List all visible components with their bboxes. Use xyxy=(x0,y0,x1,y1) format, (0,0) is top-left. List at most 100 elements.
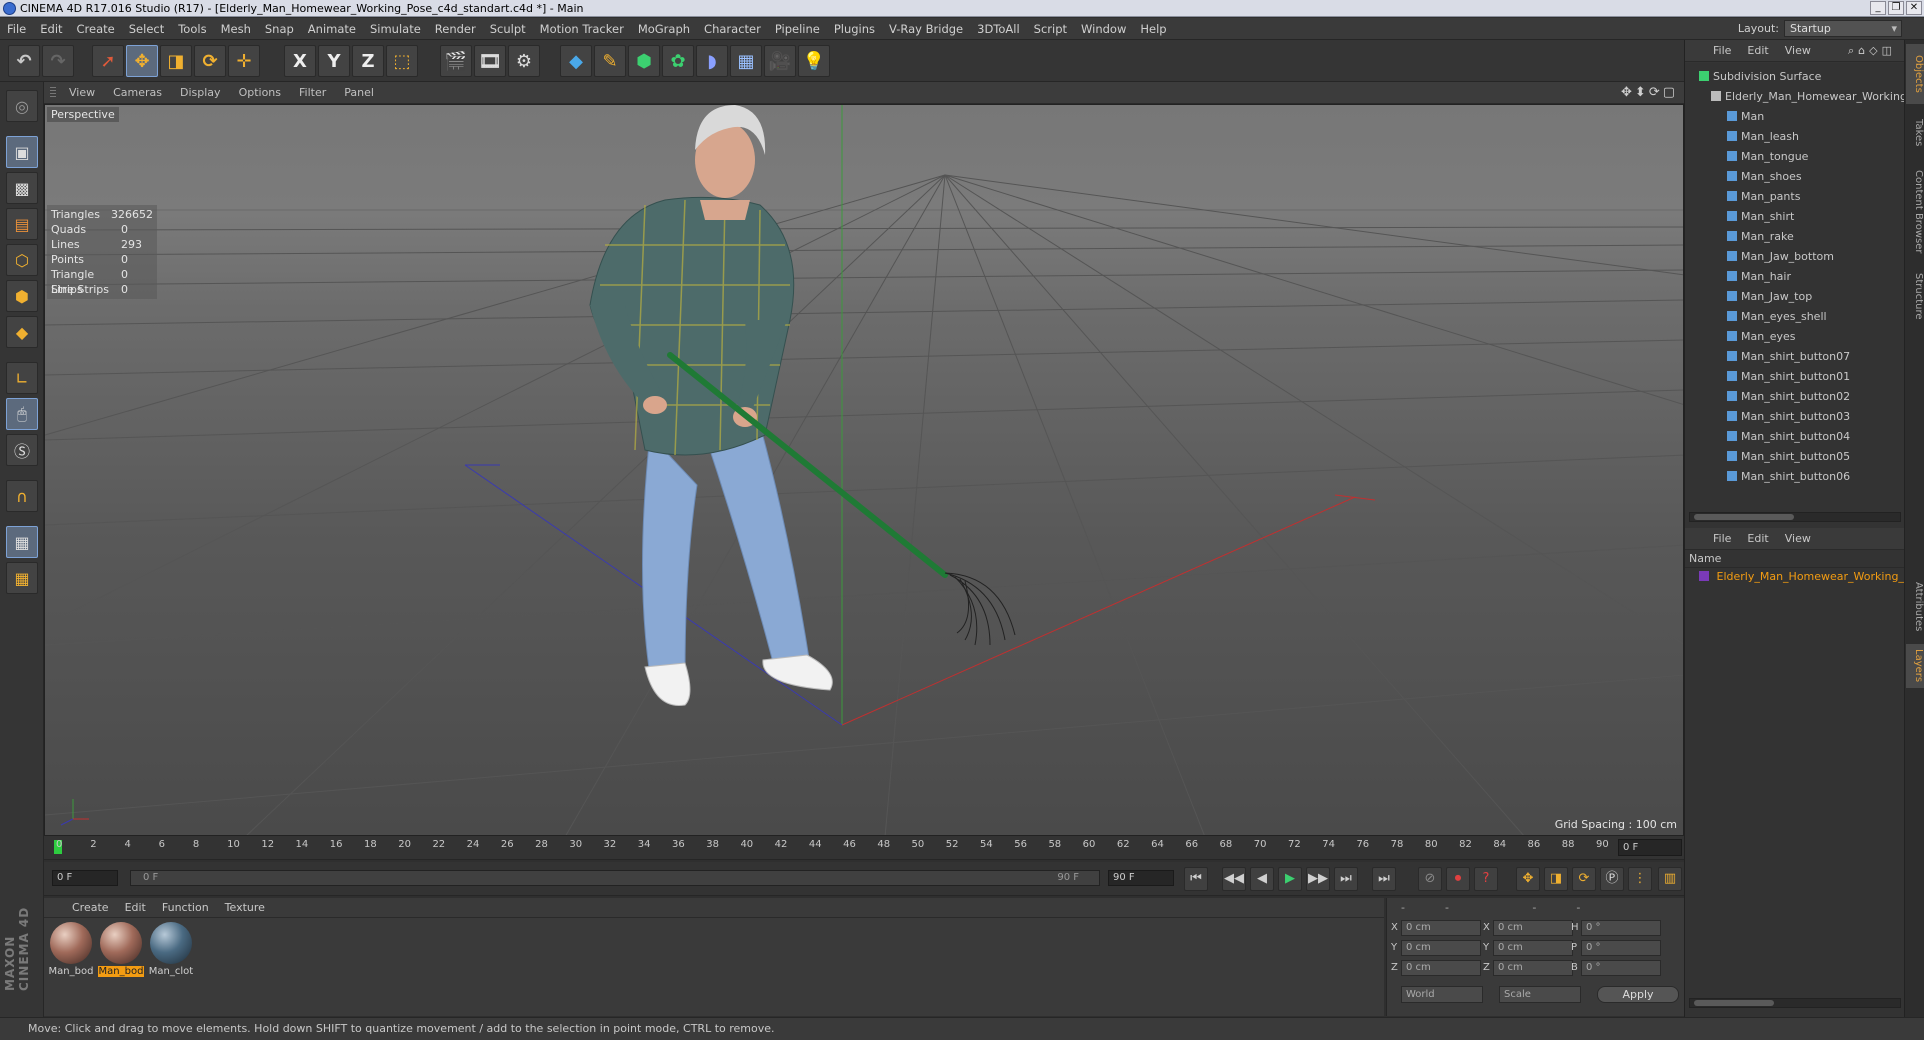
redo-button[interactable]: ↷ xyxy=(42,45,74,77)
frame-range-slider[interactable]: 0 F 90 F xyxy=(130,870,1100,886)
coordinate-system-icon[interactable]: ⬚ xyxy=(386,45,418,77)
menu-simulate[interactable]: Simulate xyxy=(363,18,428,40)
side-tab-content-browser[interactable]: Content Browser xyxy=(1906,162,1924,262)
apply-button[interactable]: Apply xyxy=(1597,986,1679,1003)
menu-select[interactable]: Select xyxy=(122,18,171,40)
cloner-icon[interactable]: ✿ xyxy=(662,45,694,77)
object-row[interactable]: Man_eyes_shell xyxy=(1727,307,1827,327)
object-menu-view[interactable]: View xyxy=(1777,44,1819,57)
polygons-mode-icon[interactable]: ◆ xyxy=(6,316,38,348)
snap-magnet-icon[interactable]: ∩ xyxy=(6,480,38,512)
material-menu-create[interactable]: Create xyxy=(64,901,117,914)
layer-scrollbar[interactable] xyxy=(1689,998,1901,1008)
x-axis-lock-button[interactable]: X xyxy=(284,45,316,77)
edges-mode-icon[interactable]: ⬢ xyxy=(6,280,38,312)
perspective-viewport[interactable]: Perspective Triangles 326652 Quads 0 Lines 29… xyxy=(44,104,1684,836)
layout-select[interactable]: Startup xyxy=(1784,20,1902,37)
workplane-lock-icon[interactable]: ▦ xyxy=(6,526,38,558)
end-frame-field[interactable]: 90 F xyxy=(1108,870,1174,886)
menu-create[interactable]: Create xyxy=(70,18,122,40)
record-keys-icon[interactable]: ⊘ xyxy=(1418,867,1442,891)
menu-mograph[interactable]: MoGraph xyxy=(631,18,697,40)
menu-file[interactable]: File xyxy=(0,18,33,40)
key-scale-icon[interactable]: ◨ xyxy=(1544,867,1568,891)
menu-motion-tracker[interactable]: Motion Tracker xyxy=(533,18,631,40)
planar-workplane-icon[interactable]: ▦ xyxy=(6,562,38,594)
move-tool-icon[interactable]: ✥ xyxy=(126,45,158,77)
coord-input[interactable]: 0 cm xyxy=(1493,940,1573,956)
menu-script[interactable]: Script xyxy=(1027,18,1074,40)
model-mode-icon[interactable]: ▣ xyxy=(6,136,38,168)
object-row-root[interactable]: Subdivision Surface xyxy=(1699,67,1821,87)
object-row[interactable]: Man xyxy=(1727,107,1764,127)
next-key-button[interactable]: ⏭ xyxy=(1334,867,1358,891)
coord-input[interactable]: 0 ° xyxy=(1581,920,1661,936)
record-active-icon[interactable]: ⏺ xyxy=(1446,867,1470,891)
close-button[interactable]: ✕ xyxy=(1906,1,1922,15)
deformer-icon[interactable]: ◗ xyxy=(696,45,728,77)
menu-v-ray-bridge[interactable]: V-Ray Bridge xyxy=(882,18,970,40)
key-position-icon[interactable]: ✥ xyxy=(1516,867,1540,891)
camera-label[interactable]: Perspective xyxy=(47,107,119,122)
go-to-start-button[interactable]: ⏮ xyxy=(1184,867,1208,891)
z-axis-lock-button[interactable]: Z xyxy=(352,45,384,77)
key-parameter-icon[interactable]: Ⓟ xyxy=(1600,867,1624,891)
object-row[interactable]: Man_shirt_button05 xyxy=(1727,447,1850,467)
layer-menu-edit[interactable]: Edit xyxy=(1739,532,1776,545)
timeline-ruler[interactable]: 0 F 0 2 4 6 8 10 12 14 16 18 20 22 24 26 28 30 32 34 36 38 4… xyxy=(44,836,1684,860)
pen-spline-icon[interactable]: ✎ xyxy=(594,45,626,77)
menu-sculpt[interactable]: Sculpt xyxy=(483,18,533,40)
object-row[interactable]: Man_pants xyxy=(1727,187,1800,207)
side-tab-layers[interactable]: Layers xyxy=(1906,644,1924,688)
render-settings-icon[interactable]: ⚙ xyxy=(508,45,540,77)
coord-input[interactable]: 0 cm xyxy=(1401,920,1481,936)
tweak-mode-icon[interactable]: 🖱 xyxy=(6,398,38,430)
object-row[interactable]: Man_Jaw_bottom xyxy=(1727,247,1834,267)
object-row[interactable]: Man_shirt_button04 xyxy=(1727,427,1850,447)
side-tab-takes[interactable]: Takes xyxy=(1906,108,1924,158)
menu-pipeline[interactable]: Pipeline xyxy=(768,18,827,40)
object-row[interactable]: Man_shoes xyxy=(1727,167,1802,187)
menu-animate[interactable]: Animate xyxy=(301,18,363,40)
subdivision-surface-icon[interactable]: ⬢ xyxy=(628,45,660,77)
render-view-icon[interactable]: 🎬 xyxy=(440,45,472,77)
side-tab-objects[interactable]: Objects xyxy=(1906,44,1924,104)
cube-object-icon[interactable]: ◆ xyxy=(560,45,592,77)
key-rotation-icon[interactable]: ⟳ xyxy=(1572,867,1596,891)
object-manager-tool-icons[interactable]: ⌕⌂◇◫ xyxy=(1840,44,1904,58)
material-menu-function[interactable]: Function xyxy=(154,901,217,914)
object-row-group[interactable]: Elderly_Man_Homewear_Working_ xyxy=(1711,87,1912,107)
key-pla-icon[interactable]: ⋮ xyxy=(1628,867,1652,891)
go-to-end-button[interactable]: ⏭ xyxy=(1372,867,1396,891)
object-row[interactable]: Man_leash xyxy=(1727,127,1799,147)
play-button[interactable]: ▶ xyxy=(1278,867,1302,891)
object-row[interactable]: Man_shirt_button07 xyxy=(1727,347,1850,367)
material-swatch[interactable]: Man_bod xyxy=(98,922,144,980)
timeline-window-icon[interactable]: ▥ xyxy=(1658,867,1682,891)
next-frame-button[interactable]: ▶▶ xyxy=(1306,867,1330,891)
layer-item[interactable]: Elderly_Man_Homewear_Working_Po xyxy=(1685,568,1905,586)
object-row[interactable]: Man_tongue xyxy=(1727,147,1808,167)
menu-character[interactable]: Character xyxy=(697,18,768,40)
points-mode-icon[interactable]: ⬡ xyxy=(6,244,38,276)
menu-tools[interactable]: Tools xyxy=(171,18,213,40)
object-row[interactable]: Man_shirt_button02 xyxy=(1727,387,1850,407)
menu-snap[interactable]: Snap xyxy=(258,18,301,40)
render-picture-viewer-icon[interactable]: 🎞 xyxy=(474,45,506,77)
coord-input[interactable]: 0 cm xyxy=(1493,960,1573,976)
menu-window[interactable]: Window xyxy=(1074,18,1133,40)
object-row[interactable]: Man_hair xyxy=(1727,267,1791,287)
side-tab-attributes[interactable]: Attributes xyxy=(1906,572,1924,642)
object-row[interactable]: Man_shirt_button01 xyxy=(1727,367,1850,387)
previous-key-button[interactable]: ◀◀ xyxy=(1222,867,1246,891)
menu-edit[interactable]: Edit xyxy=(33,18,69,40)
viewport-menu-filter[interactable]: Filter xyxy=(290,86,335,99)
make-editable-icon[interactable]: ◎ xyxy=(6,90,38,122)
live-selection-icon[interactable]: ➚ xyxy=(92,45,124,77)
camera-object-icon[interactable]: 🎥 xyxy=(764,45,796,77)
material-swatch[interactable]: Man_clot xyxy=(148,922,194,980)
viewport-menu-panel[interactable]: Panel xyxy=(335,86,383,99)
rotate-tool-icon[interactable]: ⟳ xyxy=(194,45,226,77)
coord-input[interactable]: 0 ° xyxy=(1581,960,1661,976)
coord-system-select[interactable]: World xyxy=(1401,986,1483,1003)
